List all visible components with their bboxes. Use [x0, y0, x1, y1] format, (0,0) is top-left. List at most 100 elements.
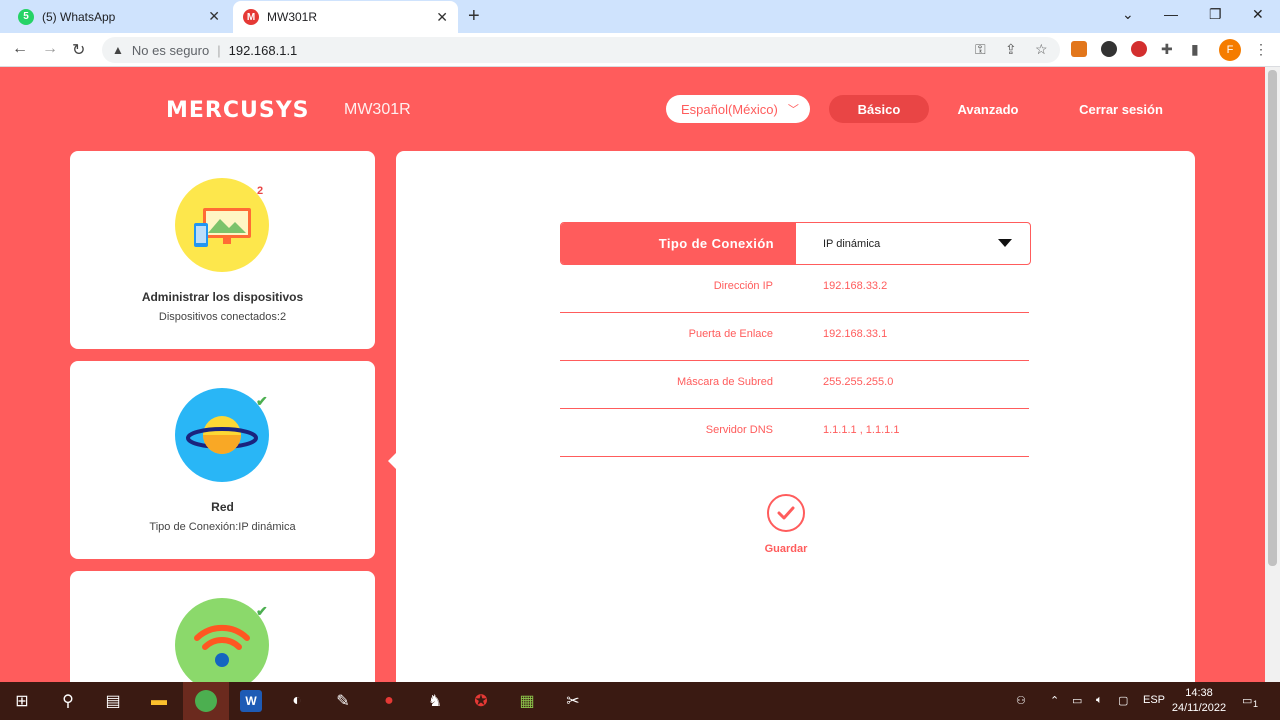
tab-title: (5) WhatsApp — [42, 9, 116, 24]
dropdown-arrow-icon — [998, 239, 1012, 247]
chevron-up-icon[interactable]: ⌃ — [1050, 694, 1059, 707]
row-label: Puerta de Enlace — [688, 328, 773, 340]
connection-type-field: Tipo de Conexión IP dinámica — [560, 222, 1031, 265]
warning-icon[interactable]: ▲ — [112, 43, 124, 57]
clock[interactable]: 14:38 24/11/2022 — [1164, 686, 1234, 716]
file-explorer-icon[interactable]: ▬ — [148, 690, 170, 712]
router-page: MERCUSYS MW301R Español(México) ﹀ Básico… — [0, 67, 1265, 682]
avatar[interactable]: F — [1219, 39, 1241, 61]
battery-icon[interactable]: ▭ — [1072, 694, 1082, 707]
tab-search-icon[interactable]: ⌄ — [1122, 6, 1134, 23]
check-icon: ✔ — [256, 603, 268, 619]
sidepanel-icon[interactable]: ▮ — [1191, 41, 1199, 58]
planet-icon — [175, 388, 269, 482]
volume-icon[interactable]: 🔈︎ — [1096, 694, 1103, 707]
chrome-icon[interactable] — [195, 690, 217, 712]
checkmark-icon — [777, 506, 795, 520]
card-title: Administrar los dispositivos — [141, 290, 304, 304]
task-view-icon[interactable]: ▤ — [102, 690, 124, 712]
minimize-button[interactable]: — — [1164, 6, 1178, 22]
card-subtitle: Dispositivos conectados:2 — [158, 311, 287, 323]
spiderman-icon[interactable]: ✪ — [470, 690, 492, 712]
row-value: 1.1.1.1 , 1.1.1.1 — [823, 424, 900, 436]
check-icon: ✔ — [256, 393, 268, 409]
device-count-badge: 2 — [257, 185, 264, 197]
network-icon[interactable]: ▢ — [1118, 694, 1128, 707]
divider: | — [217, 42, 221, 58]
game-icon[interactable]: ♞ — [424, 690, 446, 712]
url-text: 192.168.1.1 — [228, 42, 298, 58]
devices-icon — [175, 178, 269, 272]
security-label: No es seguro — [131, 42, 210, 58]
brand-logo: MERCUSYS — [166, 98, 310, 123]
notification-count: 1 — [1253, 699, 1259, 709]
language-indicator[interactable]: ESP — [1143, 694, 1165, 706]
close-tab-icon[interactable]: ✕ — [436, 9, 448, 26]
paint-icon[interactable]: ✎ — [332, 690, 354, 712]
row-value: 192.168.33.1 — [823, 328, 888, 340]
minecraft-icon[interactable]: ▦ — [516, 690, 538, 712]
browser-tab-strip: 5 (5) WhatsApp ✕ M MW301R ✕ + ⌄ — ❐ ✕ — [0, 0, 1280, 33]
subnet-mask-row: Máscara de Subred 255.255.255.0 — [560, 361, 1029, 409]
connection-type-value: IP dinámica — [823, 237, 881, 250]
word-icon[interactable]: W — [240, 690, 262, 712]
metamask-icon[interactable] — [1071, 41, 1087, 57]
reload-button[interactable]: ↻ — [72, 40, 85, 60]
save-label[interactable]: Guardar — [736, 543, 836, 555]
whatsapp-icon: 5 — [18, 8, 34, 25]
back-button[interactable]: ← — [12, 40, 28, 58]
card-subtitle: Tipo de Conexión:IP dinámica — [149, 521, 296, 533]
chevron-down-icon: ﹀ — [787, 104, 799, 116]
extension-icon[interactable] — [1101, 41, 1117, 57]
taskbar: ⊞ ⚲ ▤ ▬ W ◐ ✎ ● ♞ ✪ ▦ ✂ ⚇ ⌃ ▭ 🔈︎ ▢ ESP 1… — [0, 682, 1280, 720]
puzzle-icon[interactable]: ✚ — [1161, 41, 1173, 58]
scrollbar-thumb[interactable] — [1268, 70, 1277, 566]
network-settings-panel: Tipo de Conexión IP dinámica Dirección I… — [396, 151, 1195, 682]
app-icon[interactable]: ◐ — [286, 690, 308, 712]
row-value: 192.168.33.2 — [823, 280, 888, 292]
star-icon[interactable]: ☆ — [1035, 41, 1048, 58]
nav-advanced[interactable]: Avanzado — [940, 95, 1036, 123]
share-icon[interactable]: ⇪ — [1005, 41, 1017, 58]
tab-mw301r[interactable]: M MW301R ✕ — [233, 1, 458, 33]
close-window-button[interactable]: ✕ — [1252, 6, 1264, 23]
row-label: Dirección IP — [713, 280, 773, 292]
row-value: 255.255.255.0 — [823, 376, 894, 388]
menu-icon[interactable]: ⋮ — [1254, 41, 1268, 58]
search-icon[interactable]: ⚲ — [57, 690, 79, 712]
row-label: Máscara de Subred — [677, 376, 773, 388]
forward-button[interactable]: → — [42, 40, 58, 58]
maximize-button[interactable]: ❐ — [1209, 6, 1222, 23]
record-icon[interactable]: ● — [378, 690, 400, 712]
language-select[interactable]: Español(México) ﹀ — [666, 95, 810, 123]
mercusys-icon: M — [243, 9, 259, 25]
card-wireless[interactable]: ✔ — [70, 571, 375, 682]
ip-address-row: Dirección IP 192.168.33.2 — [560, 265, 1029, 313]
language-value: Español(México) — [681, 101, 778, 117]
address-bar[interactable]: ▲ No es seguro | 192.168.1.1 — [102, 37, 1060, 63]
windows-start-icon[interactable]: ⊞ — [11, 690, 33, 712]
card-network[interactable]: ✔ Red Tipo de Conexión:IP dinámica — [70, 361, 375, 559]
capcut-icon[interactable]: ✂ — [562, 690, 584, 712]
connection-type-select[interactable]: IP dinámica — [796, 223, 1030, 264]
wifi-icon — [175, 598, 269, 682]
row-label: Servidor DNS — [705, 424, 773, 436]
tab-title: MW301R — [267, 10, 318, 24]
close-tab-icon[interactable]: ✕ — [208, 8, 220, 25]
card-devices[interactable]: 2 Administrar los dispositivos Dispositi… — [70, 151, 375, 349]
logout-link[interactable]: Cerrar sesión — [1060, 95, 1182, 123]
key-icon[interactable]: ⚿ — [975, 41, 986, 58]
save-button[interactable] — [767, 494, 805, 532]
card-title: Red — [211, 500, 234, 514]
connection-type-label: Tipo de Conexión — [561, 223, 796, 264]
dns-server-row: Servidor DNS 1.1.1.1 , 1.1.1.1 — [560, 409, 1029, 457]
people-icon[interactable]: ⚇ — [1016, 694, 1026, 707]
new-tab-button[interactable]: + — [468, 5, 480, 28]
browser-toolbar: ← → ↻ ▲ No es seguro | 192.168.1.1 ⚿ ⇪ ☆… — [0, 33, 1280, 67]
model-name: MW301R — [344, 101, 411, 118]
notification-icon[interactable]: ▭ — [1242, 694, 1252, 707]
nav-basic[interactable]: Básico — [829, 95, 929, 123]
extension-icon[interactable] — [1131, 41, 1147, 57]
tab-whatsapp[interactable]: 5 (5) WhatsApp ✕ — [10, 0, 230, 33]
clock-time: 14:38 — [1185, 687, 1213, 699]
